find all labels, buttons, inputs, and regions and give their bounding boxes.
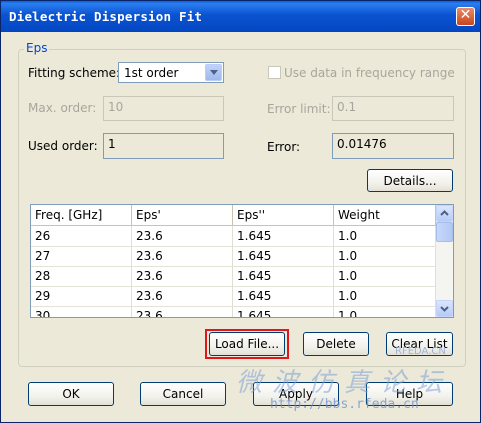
table-cell: 23.6 (132, 286, 233, 306)
chevron-up-icon (440, 210, 449, 216)
cancel-button[interactable]: Cancel (140, 382, 226, 406)
scroll-up-button[interactable] (436, 205, 453, 222)
chevron-down-icon (440, 306, 449, 312)
max-order-label: Max. order: (28, 101, 97, 115)
error-limit-label: Error limit: (267, 102, 331, 116)
use-freq-range-label: Use data in frequency range (284, 66, 455, 80)
table-row[interactable]: 28 23.6 1.645 1.0 (31, 266, 436, 287)
fitting-scheme-label: Fitting scheme: (28, 66, 121, 80)
used-order-label: Used order: (28, 139, 98, 153)
watermark-url: http://bbs.rfeda.cn (270, 397, 419, 412)
column-header[interactable]: Freq. [GHz] (31, 205, 132, 225)
table-row[interactable]: 29 23.6 1.645 1.0 (31, 286, 436, 307)
fitting-scheme-select[interactable]: 1st order (118, 62, 224, 83)
table-cell: 1.645 (233, 306, 334, 317)
column-header[interactable]: Weight (334, 205, 436, 225)
table-header: Freq. [GHz] Eps' Eps'' Weight (31, 205, 436, 226)
used-order-field[interactable]: 1 (103, 133, 224, 159)
table-cell: 1.645 (233, 226, 334, 246)
delete-button[interactable]: Delete (303, 332, 369, 356)
fitting-scheme-value: 1st order (124, 66, 179, 80)
table-cell: 1.0 (334, 246, 436, 266)
table-cell: 1.0 (334, 266, 436, 286)
column-header[interactable]: Eps' (132, 205, 233, 225)
watermark-chinese: 微波仿真论坛 (236, 368, 453, 398)
group-label: Eps (24, 41, 50, 55)
table-cell: 1.645 (233, 266, 334, 286)
error-limit-field[interactable]: 0.1 (332, 96, 454, 121)
details-button[interactable]: Details... (367, 169, 453, 192)
table-cell: 30 (31, 306, 132, 317)
table-cell: 28 (31, 266, 132, 286)
max-order-field[interactable]: 10 (103, 96, 224, 121)
table-cell: 1.645 (233, 286, 334, 306)
use-freq-range-checkbox[interactable] (268, 66, 281, 79)
highlight-box (205, 329, 289, 359)
scroll-thumb[interactable] (436, 222, 453, 242)
error-field[interactable]: 0.01476 (332, 133, 454, 159)
scroll-down-button[interactable] (436, 300, 453, 317)
table-cell: 23.6 (132, 246, 233, 266)
table-cell: 23.6 (132, 226, 233, 246)
data-table[interactable]: Freq. [GHz] Eps' Eps'' Weight 26 23.6 1.… (30, 204, 454, 318)
table-cell: 1.0 (334, 286, 436, 306)
table-cell: 26 (31, 226, 132, 246)
ok-button[interactable]: OK (28, 382, 114, 406)
table-cell: 1.0 (334, 226, 436, 246)
error-label: Error: (267, 140, 301, 154)
table-cell: 1.0 (334, 306, 436, 317)
title-bar[interactable]: Dielectric Dispersion Fit ✕ (1, 1, 480, 32)
close-icon: ✕ (459, 7, 472, 23)
table-cell: 23.6 (132, 306, 233, 317)
table-cell: 27 (31, 246, 132, 266)
chevron-down-icon[interactable] (205, 64, 222, 81)
window-title: Dielectric Dispersion Fit (9, 9, 203, 24)
table-row[interactable]: 27 23.6 1.645 1.0 (31, 246, 436, 267)
table-cell: 23.6 (132, 266, 233, 286)
column-header[interactable]: Eps'' (233, 205, 334, 225)
watermark-small: RFEDA.CN (395, 346, 446, 357)
table-cell: 1.645 (233, 246, 334, 266)
table-row[interactable]: 26 23.6 1.645 1.0 (31, 226, 436, 247)
table-scrollbar[interactable] (436, 205, 453, 317)
table-cell: 29 (31, 286, 132, 306)
close-button[interactable]: ✕ (456, 7, 475, 26)
table-row[interactable]: 30 23.6 1.645 1.0 (31, 306, 436, 317)
